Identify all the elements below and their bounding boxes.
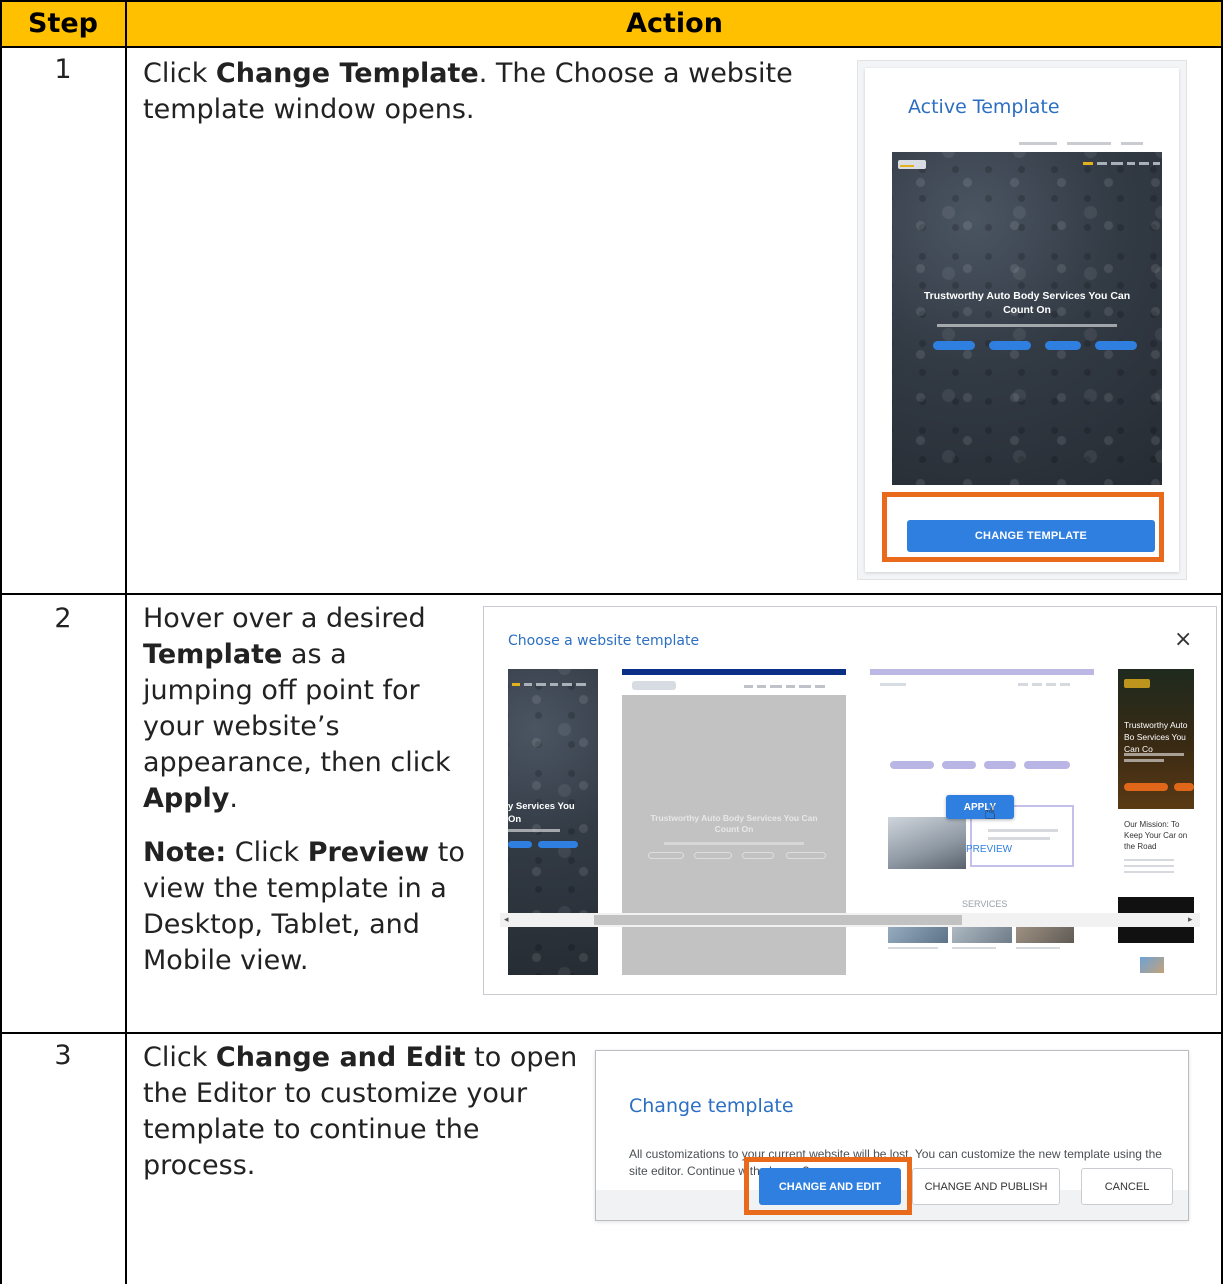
table-border-top — [0, 0, 1223, 2]
logo-icon — [898, 160, 926, 169]
header-action: Action — [126, 0, 1223, 46]
step-2-note: Note: Click Preview to view the template… — [143, 837, 465, 976]
logo-icon — [1124, 679, 1150, 688]
thumbnail-headline: Trustworthy Auto Body Services You Can C… — [923, 290, 1131, 316]
table-border-left — [0, 0, 2, 1284]
mission-text: Our Mission: To Keep Your Car on the Roa… — [1124, 820, 1188, 851]
template-option-hovered[interactable] — [870, 669, 1094, 975]
hand-cursor-icon: ☝ — [984, 800, 997, 824]
dialog-title: Change template — [629, 1095, 794, 1117]
scroll-left-icon[interactable]: ◂ — [504, 913, 509, 927]
scrollbar-thumb[interactable] — [594, 915, 962, 925]
preview-link[interactable]: PREVIEW — [966, 844, 1012, 855]
active-template-title: Active Template — [908, 96, 1060, 118]
row-divider — [0, 1032, 1223, 1034]
scroll-right-icon[interactable]: ▸ — [1188, 913, 1193, 927]
choose-template-screenshot: Choose a website template × y Services Y… — [483, 606, 1217, 995]
car-photo — [888, 817, 966, 869]
row-divider — [0, 46, 1223, 48]
logo-icon — [632, 681, 676, 690]
row-divider — [0, 593, 1223, 595]
apply-button[interactable]: APPLY — [946, 795, 1014, 819]
close-icon[interactable]: × — [1174, 629, 1192, 651]
cancel-button[interactable]: CANCEL — [1081, 1168, 1173, 1205]
header-step-label: Step — [28, 7, 98, 39]
choose-template-title: Choose a website template — [508, 633, 700, 649]
template-headline: Trustworthy Auto Bo Services You Can Co — [1124, 720, 1188, 754]
template-headline: On — [508, 814, 522, 825]
step-number: 1 — [54, 54, 72, 85]
template-thumbnail: Trustworthy Auto Body Services You Can C… — [892, 152, 1162, 485]
template-utility-bar — [899, 140, 1149, 148]
services-label: SERVICES — [962, 899, 1008, 909]
template-option[interactable]: y Services You On — [508, 669, 598, 975]
step-3-instructions: Click Change and Edit to open the Editor… — [143, 1042, 578, 1181]
step-2-instructions: Hover over a desired Template as a jumpi… — [143, 601, 465, 979]
template-option[interactable]: Trustworthy Auto Bo Services You Can Co … — [1118, 669, 1194, 975]
highlight-box — [744, 1157, 912, 1215]
template-option[interactable]: Trustworthy Auto Body Services You Can C… — [622, 669, 846, 975]
step-number: 3 — [54, 1040, 72, 1071]
template-headline: Trustworthy Auto Body Services You Can C… — [650, 813, 818, 834]
highlight-box — [882, 492, 1164, 562]
horizontal-scrollbar[interactable]: ◂ ▸ — [500, 913, 1200, 927]
header-action-label: Action — [626, 7, 723, 39]
header-step: Step — [0, 0, 126, 46]
step-1-instructions: Click Change Template. The Choose a webs… — [143, 58, 793, 125]
change-and-publish-button[interactable]: CHANGE AND PUBLISH — [912, 1168, 1060, 1205]
column-divider — [125, 0, 127, 1284]
template-headline: y Services You — [508, 801, 575, 812]
step-number: 2 — [54, 603, 72, 634]
